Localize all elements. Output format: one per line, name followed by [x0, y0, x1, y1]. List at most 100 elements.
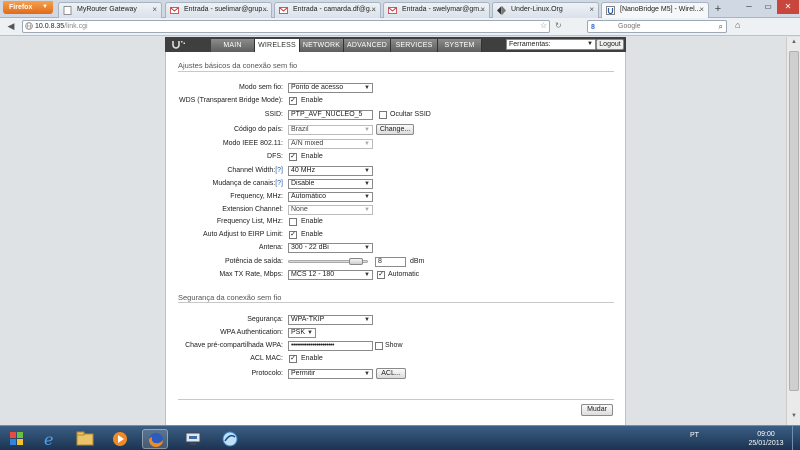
frequency-label: Frequency, MHz:	[230, 193, 283, 200]
chevron-down-icon: ▼	[42, 4, 48, 10]
antenna-select[interactable]: 300 - 22 dBi ▼	[288, 243, 373, 253]
close-icon[interactable]: ×	[371, 3, 376, 17]
channel-shift-label: Mudança de canais:[?]	[213, 180, 283, 187]
chevron-down-icon: ▼	[364, 141, 370, 147]
search-input[interactable]: 8 Google ⌕	[587, 20, 727, 33]
wpa-auth-value: PSK	[291, 329, 306, 336]
wpa-auth-select[interactable]: PSK ▼	[288, 328, 316, 338]
system-clock[interactable]: 09:00 25/01/2013	[745, 430, 787, 448]
tab-services[interactable]: SERVICES	[391, 39, 438, 52]
bookmark-star-icon[interactable]: ☆	[540, 21, 547, 30]
network-tool-icon[interactable]	[180, 429, 206, 449]
url-bar[interactable]: 10.0.8.35/link.cgi	[22, 20, 550, 33]
protocol-select[interactable]: Permitir ▼	[288, 369, 373, 379]
tx-rate-select[interactable]: MCS 12 - 180 ▼	[288, 270, 373, 280]
scroll-up-icon[interactable]: ▲	[789, 39, 799, 49]
browser-tab-label: [NanoBridge M5] - Wirel...	[620, 6, 701, 13]
app-globe-icon[interactable]	[217, 429, 243, 449]
channel-width-select[interactable]: 40 MHz ▼	[288, 166, 373, 176]
extension-channel-select[interactable]: None ▼	[288, 205, 373, 215]
wireless-mode-select[interactable]: Ponto de acesso ▼	[288, 83, 373, 93]
frequency-list-label: Frequency List, MHz:	[216, 218, 283, 225]
close-icon[interactable]: ×	[480, 3, 485, 17]
channel-width-text: Channel Width:	[227, 167, 276, 174]
frequency-list-checkbox[interactable]	[289, 218, 297, 226]
back-arrow-icon[interactable]: ◀	[4, 20, 18, 33]
start-windows-icon[interactable]	[4, 429, 30, 449]
tab-network[interactable]: NETWORK	[300, 39, 344, 52]
search-engine-icon[interactable]: 8	[591, 22, 595, 33]
browser-tab[interactable]: Entrada - swelymar@gm... ×	[383, 2, 490, 18]
scroll-down-icon[interactable]: ▼	[789, 413, 799, 423]
close-icon[interactable]: ×	[262, 3, 267, 17]
chevron-down-icon: ▼	[364, 168, 370, 174]
tab-main[interactable]: MAIN	[211, 39, 255, 52]
clock-date: 25/01/2013	[748, 440, 784, 447]
firefox-menu-button[interactable]: Firefox ▼	[3, 1, 53, 14]
close-icon[interactable]: ×	[699, 3, 704, 17]
dfs-checkbox[interactable]: ✓	[289, 153, 297, 161]
security-select[interactable]: WPA-TKIP ▼	[288, 315, 373, 325]
minimize-button[interactable]: ─	[740, 0, 758, 14]
browser-tab[interactable]: Under-Linux.Org ×	[492, 2, 599, 18]
wds-label: WDS (Transparent Bridge Mode):	[179, 97, 283, 104]
vertical-scrollbar[interactable]: ▲ ▼	[786, 37, 800, 425]
hide-ssid-checkbox[interactable]	[379, 111, 387, 119]
output-power-slider-thumb[interactable]	[348, 258, 363, 265]
auto-adjust-checkbox[interactable]: ✓	[289, 231, 297, 239]
scrollbar-thumb[interactable]	[789, 51, 799, 391]
output-power-unit: dBm	[410, 258, 425, 265]
show-desktop-button[interactable]	[792, 426, 800, 450]
tray-language[interactable]: PT	[690, 432, 699, 439]
maximize-button[interactable]: ▭	[759, 0, 777, 14]
ssid-input[interactable]: PTP_AVF_NUCLEO_5	[288, 110, 373, 120]
ubnt-icon	[606, 6, 615, 15]
automatic-rate-checkbox[interactable]: ✓	[377, 271, 385, 279]
channel-shift-help-link[interactable]: [?]	[275, 180, 283, 187]
browser-tab-label: Entrada - suelimar@grup...	[184, 6, 269, 13]
media-player-icon[interactable]	[107, 429, 133, 449]
close-window-button[interactable]: ✕	[777, 0, 799, 14]
channel-shift-select[interactable]: Disable ▼	[288, 179, 373, 189]
output-power-input[interactable]: 8	[375, 257, 406, 267]
wpa-auth-label: WPA Authentication:	[220, 329, 283, 336]
change-button[interactable]: Mudar	[581, 404, 613, 416]
file-explorer-icon[interactable]	[72, 429, 98, 449]
frequency-select[interactable]: Automático ▼	[288, 192, 373, 202]
gmail-icon	[279, 7, 288, 14]
tab-advanced[interactable]: ADVANCED	[344, 39, 391, 52]
wireless-settings-panel: Ajustes básicos da conexão sem fio Modo …	[165, 52, 626, 425]
psk-label: Chave pré-compartilhada WPA:	[185, 342, 283, 349]
browser-tab[interactable]: Entrada - camarda.df@g... ×	[274, 2, 381, 18]
acl-mac-checkbox[interactable]: ✓	[289, 355, 297, 363]
extension-channel-value: None	[291, 206, 308, 213]
new-tab-button[interactable]: +	[711, 3, 725, 16]
firefox-taskbar-icon[interactable]	[142, 429, 168, 449]
close-icon[interactable]: ×	[589, 3, 594, 17]
logout-button[interactable]: Logout	[596, 39, 624, 50]
reload-icon[interactable]: ↻	[555, 21, 562, 30]
browser-tab-active[interactable]: [NanoBridge M5] - Wirel... ×	[601, 2, 709, 19]
tx-rate-value: MCS 12 - 180	[291, 271, 335, 278]
internet-explorer-icon[interactable]: e	[37, 429, 63, 449]
antenna-label: Antena:	[258, 244, 283, 251]
ieee-mode-select[interactable]: A/N mixed ▼	[288, 139, 373, 149]
search-icon[interactable]: ⌕	[719, 21, 723, 32]
browser-tab[interactable]: MyRouter Gateway ×	[58, 2, 162, 18]
url-path: /link.cgi	[64, 23, 88, 30]
country-select[interactable]: Brazil ▼	[288, 125, 373, 135]
home-icon[interactable]: ⌂	[735, 20, 740, 30]
close-icon[interactable]: ×	[152, 3, 157, 17]
search-placeholder: Google	[618, 23, 641, 30]
browser-tab[interactable]: Entrada - suelimar@grup... ×	[165, 2, 272, 18]
tab-system[interactable]: SYSTEM	[438, 39, 482, 52]
channel-width-help-link[interactable]: [?]	[275, 167, 283, 174]
tools-select[interactable]: Ferramentas: ▼	[506, 39, 596, 50]
psk-input[interactable]: ••••••••••••••••••••••	[288, 341, 373, 351]
show-psk-checkbox[interactable]	[375, 342, 383, 350]
acl-button[interactable]: ACL...	[376, 368, 406, 379]
tab-wireless[interactable]: WIRELESS	[255, 39, 300, 53]
change-country-button[interactable]: Change...	[376, 124, 414, 135]
wds-checkbox[interactable]: ✓	[289, 97, 297, 105]
chevron-down-icon: ▼	[364, 272, 370, 278]
